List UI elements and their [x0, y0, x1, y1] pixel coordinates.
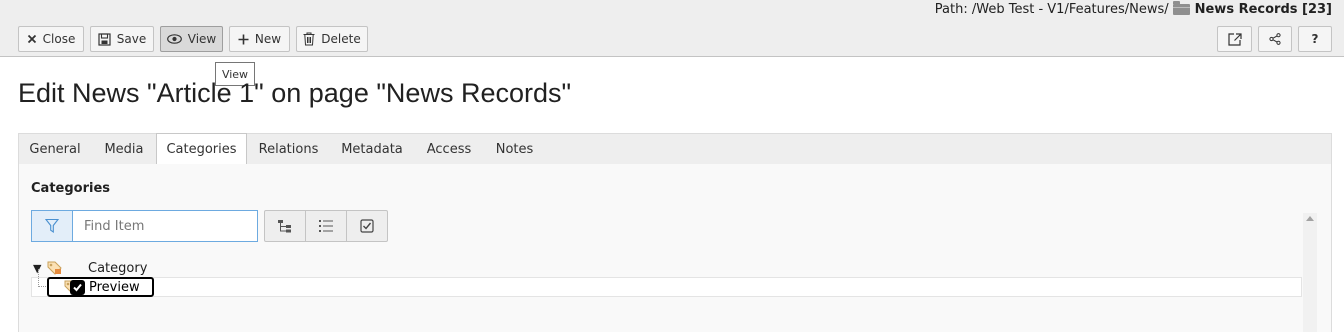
tree-node-focus[interactable]: Preview: [47, 277, 154, 297]
tree-filter: [31, 210, 258, 242]
scroll-up-icon[interactable]: [1306, 216, 1314, 221]
tab-access[interactable]: Access: [414, 134, 484, 165]
eye-icon: [166, 34, 182, 44]
help-icon: ?: [1311, 32, 1319, 46]
trash-icon: [303, 32, 315, 46]
checkbox-icon: [360, 219, 374, 233]
tree-node-label[interactable]: Preview: [89, 280, 140, 295]
find-item-input[interactable]: [73, 211, 257, 241]
new-button[interactable]: New: [229, 26, 290, 52]
expand-collapse-all-button[interactable]: [265, 211, 306, 241]
close-label: Close: [42, 32, 76, 46]
tree-toolbar: [264, 210, 388, 242]
check-icon: [73, 283, 82, 291]
page-title: Edit News "Article 1" on page "News Reco…: [18, 78, 572, 108]
doc-header: Path: /Web Test - V1/Features/News/ News…: [0, 0, 1344, 57]
tab-categories[interactable]: Categories: [156, 133, 247, 165]
delete-label: Delete: [321, 32, 361, 46]
tree-node-label[interactable]: Category: [88, 261, 147, 276]
breadcrumb: Path: /Web Test - V1/Features/News/ News…: [934, 0, 1332, 17]
delete-button[interactable]: Delete: [296, 26, 368, 52]
tree-row-category: ▼ Category: [31, 258, 147, 278]
view-button[interactable]: View: [160, 26, 223, 52]
tab-notes[interactable]: Notes: [484, 134, 545, 165]
share-button[interactable]: [1258, 26, 1292, 52]
list-icon: [319, 220, 333, 232]
save-icon: [98, 32, 111, 46]
category-tree: ▼ Category Preview: [31, 255, 1302, 332]
filter-icon-button[interactable]: [32, 211, 73, 241]
tab-media[interactable]: Media: [91, 134, 157, 165]
tab-bar: General Media Categories Relations Metad…: [18, 133, 1332, 165]
new-label: New: [254, 32, 282, 46]
section-label: Categories: [31, 181, 111, 196]
save-label: Save: [116, 32, 147, 46]
share-icon: [1269, 33, 1281, 45]
category-tag-icon: [47, 261, 62, 275]
preview-checkbox[interactable]: [70, 279, 85, 295]
close-icon: [27, 34, 36, 44]
help-button[interactable]: ?: [1298, 26, 1332, 52]
external-link-icon: [1227, 32, 1242, 46]
page-name: News Records [23]: [1194, 1, 1332, 17]
folder-icon: [1172, 0, 1190, 15]
select-all-button[interactable]: [347, 211, 387, 241]
open-new-window-button[interactable]: [1217, 26, 1252, 52]
tree-structure-icon: [278, 220, 291, 233]
filter-icon: [45, 218, 59, 234]
save-button[interactable]: Save: [90, 26, 154, 52]
tab-general[interactable]: General: [19, 134, 91, 165]
tab-metadata[interactable]: Metadata: [330, 134, 414, 165]
tree-row-preview[interactable]: Preview: [31, 269, 1302, 297]
tree-scrollbar[interactable]: [1303, 213, 1317, 332]
tab-relations[interactable]: Relations: [247, 134, 330, 165]
path-label: Path: /Web Test - V1/Features/News/: [934, 1, 1169, 17]
plus-icon: [238, 34, 249, 44]
show-selected-button[interactable]: [306, 211, 347, 241]
close-button[interactable]: Close: [18, 26, 84, 52]
view-label: View: [187, 32, 217, 46]
